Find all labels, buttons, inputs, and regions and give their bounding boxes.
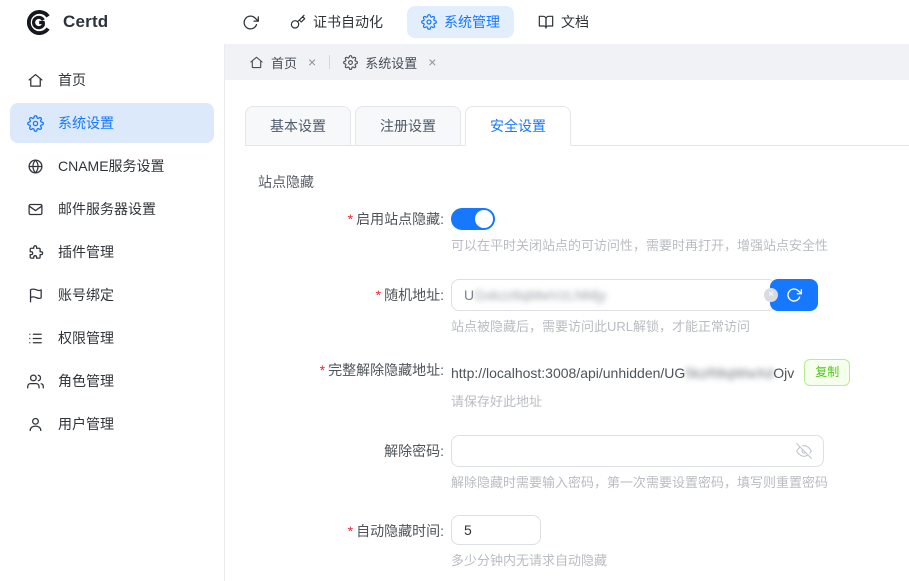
field-help: 请保存好此地址 [451, 393, 850, 411]
form-row-unlock-password: 解除密码: 解除隐藏时需要输入密码，第一次需要设置密码，填写则重置密码 [245, 435, 909, 492]
required-mark: * [348, 211, 353, 227]
settings-tabs: 基本设置 注册设置 安全设置 [245, 106, 909, 146]
required-mark: * [348, 523, 353, 539]
page-tab-label: 首页 [271, 53, 297, 72]
page-tab-home[interactable]: 首页 × [239, 44, 326, 80]
brand-name: Certd [63, 12, 108, 32]
enable-site-hiding-toggle[interactable] [451, 208, 495, 230]
tab-basic-settings[interactable]: 基本设置 [245, 106, 351, 145]
main-area: 首页 × 系统设置 × 基本设置 注册设置 安全设置 站点隐藏 [225, 44, 909, 581]
nav-item-system-management[interactable]: 系统管理 [407, 6, 514, 38]
required-mark: * [376, 287, 381, 303]
field-help: 可以在平时关闭站点的可访问性，需要时再打开，增强站点安全性 [451, 237, 828, 255]
sidebar-item-label: 账号绑定 [58, 285, 114, 305]
flag-icon [27, 287, 44, 304]
input-value-visible: U [464, 287, 474, 303]
gear-icon [343, 55, 358, 70]
field-label: *自动隐藏时间: [245, 515, 444, 570]
mail-icon [27, 201, 44, 218]
form-row-random-address: *随机地址: UGxkzz6qMwVzLNMjy × [245, 279, 909, 336]
sidebar-item-label: CNAME服务设置 [58, 156, 165, 176]
sidebar-item-home[interactable]: 首页 [10, 60, 214, 100]
sidebar: 首页 系统设置 CNAME服务设置 邮件服务器设置 插件管理 账号绑定 权限管理 [0, 44, 225, 581]
auto-hide-time-input[interactable] [451, 515, 541, 545]
sidebar-item-permission-management[interactable]: 权限管理 [10, 318, 214, 358]
nav-item-cert-automation[interactable]: 证书自动化 [276, 6, 397, 38]
tab-register-settings[interactable]: 注册设置 [355, 106, 461, 145]
book-icon [538, 14, 554, 30]
sidebar-item-plugin-management[interactable]: 插件管理 [10, 232, 214, 272]
field-help: 站点被隐藏后，需要访问此URL解锁，才能正常访问 [451, 318, 818, 336]
field-help: 解除隐藏时需要输入密码，第一次需要设置密码，填写则重置密码 [451, 474, 828, 492]
gear-icon [27, 115, 44, 132]
sidebar-item-label: 邮件服务器设置 [58, 199, 156, 219]
sidebar-item-cname-settings[interactable]: CNAME服务设置 [10, 146, 214, 186]
close-icon[interactable]: × [308, 55, 316, 69]
required-mark: * [320, 362, 325, 378]
sidebar-item-label: 用户管理 [58, 414, 114, 434]
field-label: *完整解除隐藏地址: [245, 359, 444, 411]
field-label: *随机地址: [245, 279, 444, 336]
tab-divider [329, 55, 330, 69]
form-row-full-unhide-url: *完整解除隐藏地址: http://localhost:3008/api/unh… [245, 359, 909, 411]
copy-button[interactable]: 复制 [804, 359, 850, 386]
gear-icon [421, 14, 437, 30]
eye-off-icon[interactable] [796, 443, 812, 459]
random-address-input[interactable]: UGxkzz6qMwVzLNMjy [451, 279, 776, 311]
input-value-redacted: Gxkzz6qMwVzLNMjy [474, 287, 606, 303]
settings-content: 基本设置 注册设置 安全设置 站点隐藏 *启用站点隐藏: 可以在平时关闭站点的可… [225, 80, 909, 570]
brand: Certd [0, 9, 226, 36]
tab-security-settings[interactable]: 安全设置 [465, 106, 571, 146]
sidebar-item-label: 权限管理 [58, 328, 114, 348]
field-help: 多少分钟内无请求自动隐藏 [451, 552, 607, 570]
sidebar-item-mail-server-settings[interactable]: 邮件服务器设置 [10, 189, 214, 229]
refresh-button[interactable] [234, 6, 266, 38]
toggle-knob [475, 210, 493, 228]
sidebar-item-system-settings[interactable]: 系统设置 [10, 103, 214, 143]
url-redacted: 5kzR8qWwXd [685, 365, 773, 381]
page-tab-system-settings[interactable]: 系统设置 × [333, 44, 446, 80]
nav-label: 系统管理 [444, 12, 500, 32]
sidebar-item-label: 插件管理 [58, 242, 114, 262]
field-label: *启用站点隐藏: [245, 208, 444, 255]
header-nav: 证书自动化 系统管理 文档 [234, 6, 603, 38]
puzzle-icon [27, 244, 44, 261]
sidebar-item-user-management[interactable]: 用户管理 [10, 404, 214, 444]
list-icon [27, 330, 44, 347]
nav-label: 文档 [561, 12, 589, 32]
unhide-url-text: http://localhost:3008/api/unhidden/UG5kz… [451, 362, 794, 384]
home-icon [27, 72, 44, 89]
security-settings-form: 站点隐藏 *启用站点隐藏: 可以在平时关闭站点的可访问性，需要时再打开，增强站点… [245, 172, 909, 570]
clear-icon[interactable]: × [764, 288, 778, 302]
close-icon[interactable]: × [428, 55, 436, 69]
sidebar-item-role-management[interactable]: 角色管理 [10, 361, 214, 401]
users-icon [27, 373, 44, 390]
opened-page-tabs: 首页 × 系统设置 × [225, 44, 909, 80]
section-label-site-hiding: 站点隐藏 [258, 172, 909, 192]
app-window: Certd 证书自动化 系统管理 文档 首页 系统设置 [0, 0, 909, 581]
key-icon [290, 14, 306, 30]
page-tab-label: 系统设置 [365, 53, 417, 72]
form-row-auto-hide-time: *自动隐藏时间: 多少分钟内无请求自动隐藏 [245, 515, 909, 570]
certd-logo-icon [25, 9, 52, 36]
nav-label: 证书自动化 [313, 12, 383, 32]
form-row-enable-site-hiding: *启用站点隐藏: 可以在平时关闭站点的可访问性，需要时再打开，增强站点安全性 [245, 208, 909, 255]
sidebar-item-label: 首页 [58, 70, 86, 90]
globe-icon [27, 158, 44, 175]
nav-item-docs[interactable]: 文档 [524, 6, 603, 38]
sidebar-item-account-binding[interactable]: 账号绑定 [10, 275, 214, 315]
top-header: Certd 证书自动化 系统管理 文档 [0, 0, 909, 44]
unlock-password-input[interactable] [451, 435, 824, 467]
sidebar-item-label: 角色管理 [58, 371, 114, 391]
home-icon [249, 55, 264, 70]
user-icon [27, 416, 44, 433]
field-label: 解除密码: [245, 435, 444, 492]
sidebar-item-label: 系统设置 [58, 113, 114, 133]
